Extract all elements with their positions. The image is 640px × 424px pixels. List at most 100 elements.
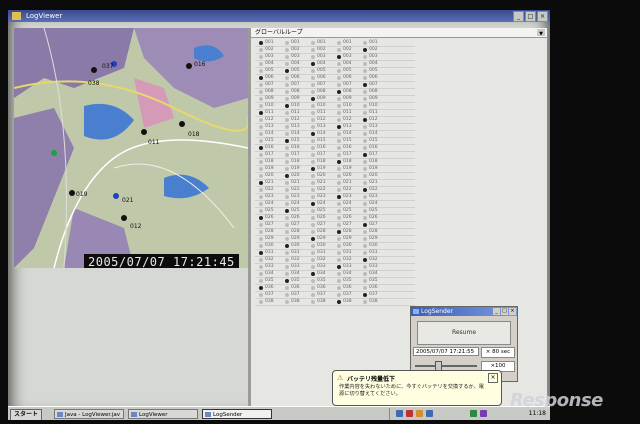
battery-warning-balloon[interactable]: ⚠ バッテリ残量低下 作業内容を失わないために、今すぐバッテリを交換するか、電源… xyxy=(332,370,502,406)
list-row[interactable]: 036 036 036 036 036 xyxy=(255,285,415,292)
start-button[interactable]: スタート xyxy=(10,409,42,420)
window-titlebar[interactable]: LogViewer _ □ × xyxy=(8,10,550,22)
marker-dot[interactable] xyxy=(179,121,185,127)
group-selector[interactable]: グローバルループ ▼ xyxy=(251,28,547,38)
marker-dot[interactable] xyxy=(91,67,97,73)
list-cell: 008 xyxy=(291,89,300,94)
list-row[interactable]: 010 010 010 010 010 xyxy=(255,103,415,110)
list-row[interactable]: 007 007 007 007 007 xyxy=(255,82,415,89)
marker-dot[interactable] xyxy=(121,215,127,221)
marker-dot[interactable] xyxy=(141,129,147,135)
marker-dot[interactable] xyxy=(51,150,57,156)
status-dot xyxy=(285,132,289,136)
seconds-field[interactable]: × 80 sec xyxy=(481,347,515,358)
list-row[interactable]: 021 021 021 021 021 xyxy=(255,180,415,187)
list-row[interactable]: 001 001 001 001 001 xyxy=(255,40,415,47)
list-cell: 029 xyxy=(369,236,378,241)
list-row[interactable]: 024 024 024 024 024 xyxy=(255,201,415,208)
list-row[interactable]: 035 035 035 035 035 xyxy=(255,278,415,285)
dialog-maximize-button[interactable]: □ xyxy=(501,308,508,315)
list-row[interactable]: 012 012 012 012 012 xyxy=(255,117,415,124)
list-row[interactable]: 006 006 006 006 006 xyxy=(255,75,415,82)
tray-app-icon[interactable] xyxy=(470,410,477,417)
list-cell: 020 xyxy=(343,173,352,178)
list-cell: 019 xyxy=(291,166,300,171)
battery-icon[interactable] xyxy=(416,410,423,417)
list-cell: 014 xyxy=(317,131,326,136)
list-row[interactable]: 026 026 026 026 026 xyxy=(255,215,415,222)
status-dot xyxy=(311,251,315,255)
list-row[interactable]: 008 008 008 008 008 xyxy=(255,89,415,96)
resume-button[interactable]: Resume xyxy=(417,321,511,345)
status-dot xyxy=(285,139,289,143)
status-dot xyxy=(285,251,289,255)
list-row[interactable]: 034 034 034 034 034 xyxy=(255,271,415,278)
list-row[interactable]: 017 017 017 017 017 xyxy=(255,152,415,159)
list-cell: 031 xyxy=(291,250,300,255)
list-row[interactable]: 028 028 028 028 028 xyxy=(255,229,415,236)
task-java[interactable]: Java - LogViewer.jav xyxy=(54,409,124,419)
vehicle-grid[interactable]: 001 001 001 001 001 002 002 002 002 002 003 003 003 0… xyxy=(255,40,415,406)
list-cell: 026 xyxy=(265,215,274,220)
list-cell: 011 xyxy=(291,110,300,115)
list-row[interactable]: 022 022 022 022 022 xyxy=(255,187,415,194)
task-logviewer[interactable]: LogViewer xyxy=(128,409,198,419)
list-row[interactable]: 029 029 029 029 029 xyxy=(255,236,415,243)
list-row[interactable]: 019 019 019 019 019 xyxy=(255,166,415,173)
map-view[interactable]: 037 038 016 011 018 019 021 012 2005/07/… xyxy=(14,28,248,268)
status-dot xyxy=(363,76,367,80)
list-row[interactable]: 030 030 030 030 030 xyxy=(255,243,415,250)
list-row[interactable]: 004 004 004 004 004 xyxy=(255,61,415,68)
minimize-button[interactable]: _ xyxy=(513,11,524,22)
list-row[interactable]: 020 020 020 020 020 xyxy=(255,173,415,180)
list-row[interactable]: 003 003 003 003 003 xyxy=(255,54,415,61)
volume-icon[interactable] xyxy=(426,410,433,417)
dialog-close-button[interactable]: × xyxy=(509,308,516,315)
balloon-close-button[interactable]: × xyxy=(488,373,498,383)
dialog-titlebar[interactable]: LogSender _ □ × xyxy=(411,307,517,316)
list-row[interactable]: 015 015 015 015 015 xyxy=(255,138,415,145)
status-dot xyxy=(363,272,367,276)
close-button[interactable]: × xyxy=(537,11,548,22)
marker-dot[interactable] xyxy=(113,193,119,199)
list-row[interactable]: 033 033 033 033 033 xyxy=(255,264,415,271)
marker-dot[interactable] xyxy=(186,63,192,69)
list-cell: 021 xyxy=(369,180,378,185)
list-row[interactable]: 016 016 016 016 016 xyxy=(255,145,415,152)
security-icon[interactable] xyxy=(406,410,413,417)
list-row[interactable]: 011 011 011 011 011 xyxy=(255,110,415,117)
list-row[interactable]: 002 002 002 002 002 xyxy=(255,47,415,54)
list-row[interactable]: 014 014 014 014 014 xyxy=(255,131,415,138)
status-dot xyxy=(259,244,263,248)
list-row[interactable]: 013 013 013 013 013 xyxy=(255,124,415,131)
list-cell: 024 xyxy=(369,201,378,206)
list-cell: 014 xyxy=(265,131,274,136)
list-cell: 025 xyxy=(343,208,352,213)
chevron-down-icon[interactable]: ▼ xyxy=(537,29,545,37)
task-logsender[interactable]: LogSender xyxy=(202,409,272,419)
list-row[interactable]: 009 009 009 009 009 xyxy=(255,96,415,103)
status-dot xyxy=(311,258,315,262)
list-cell: 002 xyxy=(265,47,274,52)
list-row[interactable]: 032 032 032 032 032 xyxy=(255,257,415,264)
list-cell: 038 xyxy=(291,299,300,304)
list-row[interactable]: 018 018 018 018 018 xyxy=(255,159,415,166)
network-icon[interactable] xyxy=(396,410,403,417)
list-row[interactable]: 037 037 037 037 037 xyxy=(255,292,415,299)
list-row[interactable]: 038 038 038 038 038 xyxy=(255,299,415,306)
list-row[interactable]: 025 025 025 025 025 xyxy=(255,208,415,215)
list-cell: 005 xyxy=(265,68,274,73)
status-dot xyxy=(363,258,367,262)
maximize-button[interactable]: □ xyxy=(525,11,536,22)
list-row[interactable]: 031 031 031 031 031 xyxy=(255,250,415,257)
list-row[interactable]: 027 027 027 027 027 xyxy=(255,222,415,229)
list-row[interactable]: 005 005 005 005 005 xyxy=(255,68,415,75)
list-cell: 009 xyxy=(265,96,274,101)
marker-dot[interactable] xyxy=(69,190,75,196)
time-field[interactable]: 2005/07/07 17:21:55 xyxy=(413,347,479,356)
list-row[interactable]: 023 023 023 023 023 xyxy=(255,194,415,201)
list-cell: 025 xyxy=(369,208,378,213)
tray-app-icon[interactable] xyxy=(480,410,487,417)
dialog-minimize-button[interactable]: _ xyxy=(493,308,500,315)
status-dot xyxy=(259,111,263,115)
